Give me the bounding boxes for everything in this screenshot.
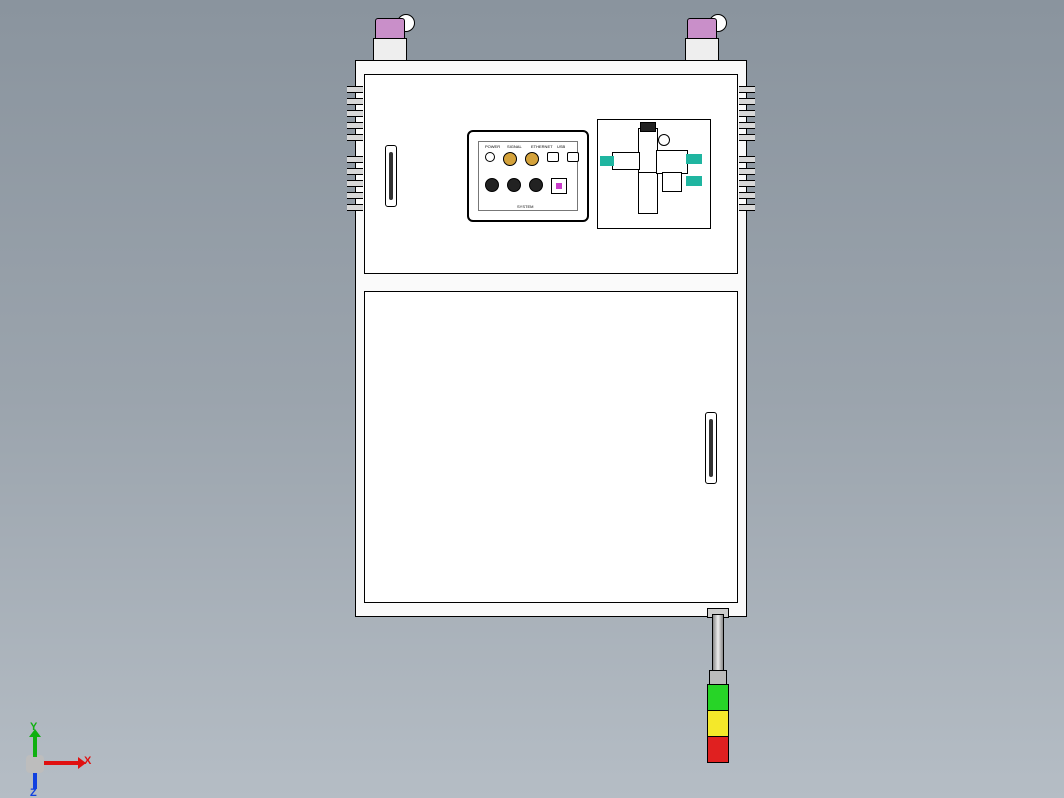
triad-origin (26, 755, 44, 773)
tower-pole (712, 614, 724, 676)
panel-label: SYSTEM (517, 204, 533, 209)
axis-x-label: X (84, 755, 91, 767)
sensor-body (373, 38, 407, 62)
sensor-left (373, 18, 409, 60)
control-io-inner: POWER SIGNAL ETHERNET USB (478, 141, 578, 211)
vent-right-lower (739, 156, 755, 216)
port-usb (547, 152, 559, 162)
port-label: POWER (485, 144, 500, 149)
valve-sub (662, 172, 682, 192)
lower-door-handle (705, 412, 717, 484)
axis-x (44, 761, 80, 765)
port-bnc (525, 152, 539, 166)
regulator-knob (640, 122, 656, 132)
sensor-head (687, 18, 717, 40)
gauge (658, 134, 670, 146)
sensor-body (685, 38, 719, 62)
vent-left-lower (347, 156, 363, 216)
cad-viewport[interactable]: POWER SIGNAL ETHERNET USB (0, 0, 1064, 798)
port-usb (567, 152, 579, 162)
port-module (551, 178, 567, 194)
port-label: SIGNAL (507, 144, 522, 149)
upper-door: POWER SIGNAL ETHERNET USB (364, 74, 738, 274)
vent-right-upper (739, 86, 755, 146)
machine-enclosure: POWER SIGNAL ETHERNET USB (355, 60, 747, 617)
tower-lamp-yellow (707, 710, 729, 737)
axis-triad[interactable]: X Y Z (26, 745, 96, 785)
port-row-2 (485, 178, 567, 194)
axis-y-label: Y (30, 721, 37, 733)
regulator-body (638, 128, 658, 174)
sensor-head (375, 18, 405, 40)
upper-door-handle (385, 145, 397, 207)
control-io-panel: POWER SIGNAL ETHERNET USB (467, 130, 589, 222)
valve-block-left (612, 152, 640, 170)
port-connector (507, 178, 521, 192)
port-label: USB (557, 144, 565, 149)
lower-door (364, 291, 738, 603)
port-connector (485, 178, 499, 192)
port-row-1 (485, 152, 579, 166)
valve-block-right (656, 150, 688, 174)
vent-left-upper (347, 86, 363, 146)
tower-lamp-red (707, 736, 729, 763)
fitting-right-upper (686, 154, 702, 164)
fitting-left (600, 156, 614, 166)
port-bnc (503, 152, 517, 166)
port-indicator (485, 152, 495, 162)
pneumatic-panel (597, 119, 711, 229)
axis-y (33, 735, 37, 757)
port-label: ETHERNET (531, 144, 553, 149)
port-connector (529, 178, 543, 192)
axis-z-label: Z (30, 787, 37, 798)
filter-bowl (638, 172, 658, 214)
fitting-right-lower (686, 176, 702, 186)
tower-lamp-green (707, 684, 729, 711)
sensor-right (685, 18, 721, 60)
